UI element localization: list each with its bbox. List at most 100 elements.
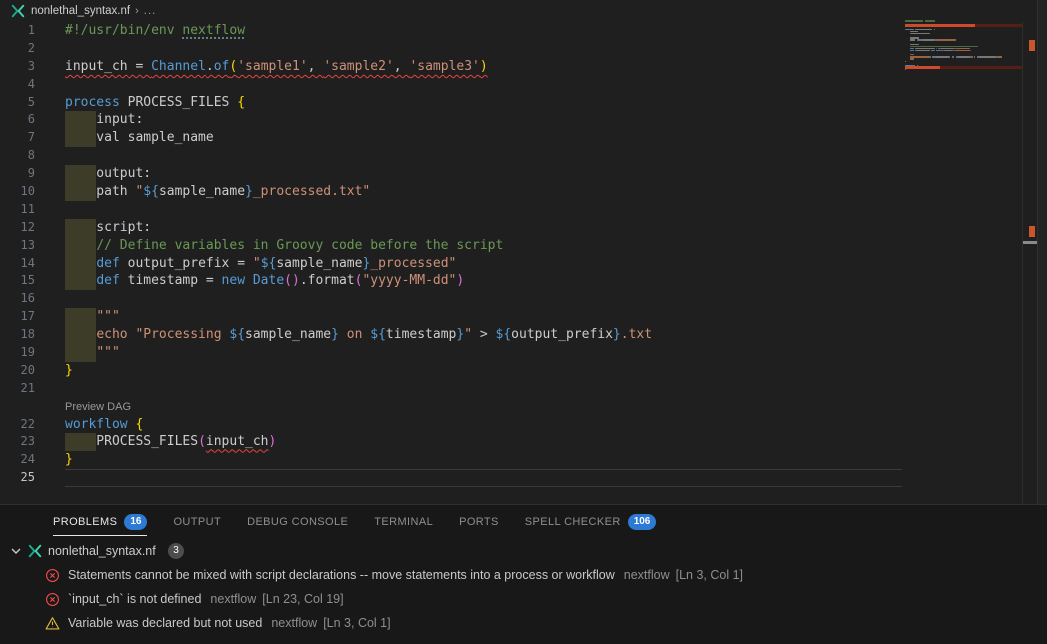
warning-icon <box>45 616 60 631</box>
code-content[interactable]: def timestamp = new Date().format("yyyy-… <box>65 272 902 290</box>
code-content[interactable]: path "${sample_name}_processed.txt" <box>65 183 902 201</box>
line-number[interactable]: 22 <box>0 416 65 434</box>
code-content[interactable]: input_ch = Channel.of('sample1', 'sample… <box>65 58 902 76</box>
line-number[interactable]: 15 <box>0 272 65 290</box>
minimap[interactable] <box>905 0 1022 480</box>
code-token: _processed" <box>370 256 456 271</box>
code-token: timestamp <box>386 327 456 342</box>
minimap-code-segment <box>934 29 935 30</box>
code-token: 'sample1' <box>237 59 307 74</box>
line-number[interactable]: 4 <box>0 76 65 94</box>
window-right-edge <box>1038 0 1047 504</box>
problem-message: Variable was declared but not used <box>68 616 262 630</box>
problems-file-count: 3 <box>168 543 185 559</box>
line-number[interactable]: 24 <box>0 451 65 469</box>
minimap-code-segment <box>910 44 919 45</box>
code-content[interactable]: } <box>65 451 902 469</box>
problems-file-row[interactable]: nonlethal_syntax.nf 3 <box>0 539 1047 563</box>
panel-tab-debug-console[interactable]: DEBUG CONSOLE <box>247 505 348 539</box>
code-token: " <box>253 256 261 271</box>
code-content[interactable]: process PROCESS_FILES { <box>65 94 902 112</box>
line-number[interactable]: 10 <box>0 183 65 201</box>
panel-tab-terminal[interactable]: TERMINAL <box>374 505 433 539</box>
problem-item-error[interactable]: Statements cannot be mixed with script d… <box>0 563 1047 587</box>
line-number[interactable]: 7 <box>0 129 65 147</box>
line-number[interactable]: 25 <box>0 469 65 487</box>
line-number[interactable]: 23 <box>0 433 65 451</box>
code-content[interactable] <box>65 380 902 398</box>
line-number[interactable]: 5 <box>0 94 65 112</box>
line-number[interactable]: 16 <box>0 290 65 308</box>
minimap-code-segment <box>905 69 906 70</box>
code-content[interactable]: def output_prefix = "${sample_name}_proc… <box>65 255 902 273</box>
code-content[interactable] <box>65 469 902 487</box>
line-number[interactable]: 9 <box>0 165 65 183</box>
indent-highlight <box>65 165 96 183</box>
problem-count-badge: 106 <box>628 514 657 530</box>
collapse-chevron-icon[interactable] <box>8 543 24 559</box>
code-content[interactable] <box>65 147 902 165</box>
line-number[interactable]: 8 <box>0 147 65 165</box>
code-content[interactable]: #!/usr/bin/env nextflow <box>65 22 902 40</box>
breadcrumb[interactable]: nonlethal_syntax.nf › ... <box>0 0 900 22</box>
code-token <box>245 273 253 288</box>
code-content[interactable]: """ <box>65 308 902 326</box>
line-number[interactable]: 2 <box>0 40 65 58</box>
code-content[interactable] <box>65 290 902 308</box>
code-token: " <box>464 327 472 342</box>
code-content[interactable]: """ <box>65 344 902 362</box>
line-number[interactable]: 11 <box>0 201 65 219</box>
code-content[interactable]: workflow { <box>65 416 902 434</box>
line-number[interactable]: 13 <box>0 237 65 255</box>
problem-item-error[interactable]: `input_ch` is not definednextflow[Ln 23,… <box>0 587 1047 611</box>
code-token: 'sample2' <box>323 59 393 74</box>
code-content[interactable]: // Define variables in Groovy code befor… <box>65 237 902 255</box>
code-token: sample_name <box>245 327 331 342</box>
breadcrumb-ellipsis[interactable]: ... <box>144 5 157 17</box>
code-token: sample_name <box>159 184 245 199</box>
overview-ruler-scrollbar[interactable] <box>1023 0 1037 504</box>
panel-tab-problems[interactable]: PROBLEMS16 <box>53 505 147 539</box>
code-token: ${ <box>143 184 159 199</box>
problems-file-name: nonlethal_syntax.nf <box>48 544 156 558</box>
code-editor[interactable]: 1#!/usr/bin/env nextflow23input_ch = Cha… <box>0 22 902 498</box>
code-content[interactable]: output: <box>65 165 902 183</box>
minimap-code-segment <box>910 58 914 59</box>
minimap-code-segment <box>905 61 906 62</box>
panel-tab-output[interactable]: OUTPUT <box>173 505 221 539</box>
code-token: ( <box>198 434 206 449</box>
line-number[interactable]: 19 <box>0 344 65 362</box>
minimap-error-text <box>905 24 975 27</box>
code-content[interactable] <box>65 201 902 219</box>
line-number[interactable]: 17 <box>0 308 65 326</box>
code-content[interactable] <box>65 76 902 94</box>
code-line-22: 22workflow { <box>0 416 902 434</box>
problem-item-warning[interactable]: Variable was declared but not usednextfl… <box>0 611 1047 635</box>
codelens-preview-dag[interactable]: Preview DAG <box>65 401 131 413</box>
line-number[interactable]: 20 <box>0 362 65 380</box>
code-token: of <box>214 59 230 74</box>
line-number[interactable]: 1 <box>0 22 65 40</box>
panel-tab-ports[interactable]: PORTS <box>459 505 499 539</box>
code-content[interactable]: PROCESS_FILES(input_ch) <box>65 433 902 451</box>
code-content[interactable]: script: <box>65 219 902 237</box>
panel-tab-spell-checker[interactable]: SPELL CHECKER106 <box>525 505 657 539</box>
code-content[interactable] <box>65 40 902 58</box>
codelens-cell[interactable]: Preview DAG <box>65 398 902 416</box>
line-number[interactable]: 18 <box>0 326 65 344</box>
line-number[interactable]: 14 <box>0 255 65 273</box>
line-number[interactable]: 6 <box>0 111 65 129</box>
panel-tab-bar: PROBLEMS16 OUTPUT DEBUG CONSOLE TERMINAL POR… <box>0 505 1047 539</box>
minimap-code-segment <box>905 29 914 30</box>
line-number[interactable]: 12 <box>0 219 65 237</box>
minimap-code-segment <box>915 50 929 51</box>
line-number[interactable]: 21 <box>0 380 65 398</box>
code-content[interactable]: input: <box>65 111 902 129</box>
code-token: """ <box>96 345 119 360</box>
code-content[interactable]: } <box>65 362 902 380</box>
code-token: , <box>308 59 324 74</box>
breadcrumb-file[interactable]: nonlethal_syntax.nf <box>31 5 130 17</box>
code-content[interactable]: echo "Processing ${sample_name} on ${tim… <box>65 326 902 344</box>
code-content[interactable]: val sample_name <box>65 129 902 147</box>
line-number[interactable]: 3 <box>0 58 65 76</box>
